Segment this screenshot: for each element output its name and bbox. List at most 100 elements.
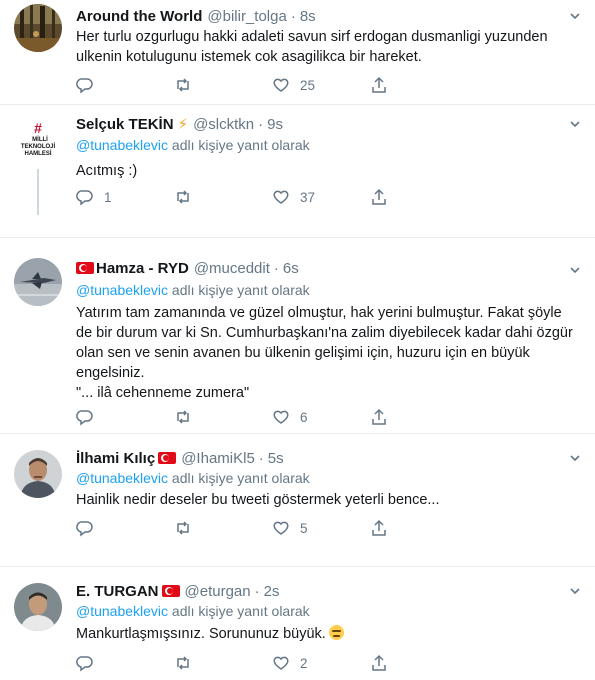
mention-link[interactable]: @tunabeklevic (76, 282, 168, 298)
timestamp[interactable]: 5s (268, 450, 284, 467)
share-button[interactable] (370, 653, 388, 673)
tweet-text-line: Her turlu ozgurlugu hakki adaleti savun … (76, 29, 548, 45)
reply-button[interactable]: 1 (76, 187, 112, 207)
share-button[interactable] (370, 407, 388, 427)
display-name[interactable]: Hamza - RYD (96, 260, 189, 277)
user-handle[interactable]: @eturgan (185, 583, 251, 600)
turkey-flag-icon (158, 452, 177, 464)
share-icon (372, 519, 386, 536)
tweet-header: İlhami Kılıç @IhamiKl5 · 5s (76, 448, 284, 468)
like-count: 6 (300, 409, 308, 425)
tweet-text-line: engelsiniz. (76, 365, 145, 381)
avatar[interactable] (14, 4, 62, 52)
replying-suffix: adlı kişiye yanıt olarak (168, 603, 310, 619)
retweet-button[interactable] (174, 187, 192, 207)
share-button[interactable] (370, 518, 388, 538)
reply-icon (76, 656, 93, 672)
separator-dot: · (258, 449, 264, 467)
user-handle[interactable]: @IhamiKl5 (181, 450, 255, 467)
tweet: Hamza - RYD @muceddit · 6s @tunabeklevic… (0, 238, 595, 433)
display-name[interactable]: Selçuk TEKİN (76, 116, 174, 133)
retweet-icon (177, 656, 189, 670)
like-count: 5 (300, 520, 308, 536)
reply-button[interactable] (76, 653, 94, 673)
retweet-button[interactable] (174, 518, 192, 538)
separator-dot: · (273, 259, 279, 277)
share-icon (372, 188, 386, 205)
separator-dot: · (290, 7, 296, 25)
logo-line-3: HAMLESİ (25, 150, 52, 157)
reply-button[interactable] (76, 407, 94, 427)
reply-icon (76, 410, 93, 426)
replying-to: @tunabeklevic adlı kişiye yanıt olarak (76, 282, 310, 298)
avatar[interactable]: # MİLLİ TEKNOLOJİ HAMLESİ (14, 117, 62, 165)
user-handle[interactable]: @slcktkn (193, 116, 254, 133)
mention-link[interactable]: @tunabeklevic (76, 603, 168, 619)
retweet-button[interactable] (174, 75, 192, 95)
mention-link[interactable]: @tunabeklevic (76, 470, 168, 486)
share-button[interactable] (370, 75, 388, 95)
timestamp[interactable]: 6s (283, 260, 299, 277)
tweet-text-line: ulkenin kotulugunu istemek cok asagilikc… (76, 49, 422, 65)
tweet-text-content: Mankurtlaşmışsınız. Sorununuz büyük. (76, 626, 326, 642)
tweet-text-line: Hainlik nedir deseler bu tweeti gösterme… (76, 492, 440, 508)
like-count: 2 (300, 655, 308, 671)
timestamp[interactable]: 8s (300, 8, 316, 25)
timestamp[interactable]: 9s (267, 116, 283, 133)
chevron-down-icon[interactable] (569, 264, 581, 276)
display-name[interactable]: İlhami Kılıç (76, 450, 155, 467)
heart-icon (273, 78, 289, 92)
lightning-icon: ⚡ (177, 116, 189, 133)
logo-line-1: MİLLİ (32, 136, 48, 143)
replying-suffix: adlı kişiye yanıt olarak (168, 282, 310, 298)
heart-icon (273, 656, 289, 670)
retweet-icon (177, 190, 189, 204)
like-button[interactable]: 6 (272, 407, 308, 427)
share-button[interactable] (370, 187, 388, 207)
tweet-text-line: Yatırım tam zamanında ve güzel olmuştur,… (76, 305, 562, 321)
man-photo-avatar (14, 450, 62, 498)
avatar[interactable] (14, 450, 62, 498)
chevron-down-icon[interactable] (569, 585, 581, 597)
mention-link[interactable]: @tunabeklevic (76, 137, 168, 153)
reply-icon (76, 190, 93, 206)
forest-photo-avatar (14, 4, 62, 52)
retweet-icon (177, 521, 189, 535)
like-button[interactable]: 37 (272, 187, 315, 207)
reply-button[interactable] (76, 518, 94, 538)
tweet-header: E. TURGAN @eturgan · 2s (76, 581, 279, 601)
chevron-down-icon[interactable] (569, 10, 581, 22)
user-handle[interactable]: @muceddit (194, 260, 270, 277)
like-button[interactable]: 25 (272, 75, 315, 95)
replying-suffix: adlı kişiye yanıt olarak (168, 470, 310, 486)
display-name[interactable]: Around the World (76, 8, 202, 25)
chevron-down-icon[interactable] (569, 118, 581, 130)
tweet-actions: 25 (76, 75, 406, 95)
like-count: 37 (300, 189, 316, 205)
like-button[interactable]: 5 (272, 518, 308, 538)
avatar[interactable] (14, 583, 62, 631)
tweet: Around the World @bilir_tolga · 8s Her t… (0, 0, 595, 104)
avatar[interactable] (14, 258, 62, 306)
tweet-actions: 5 (76, 518, 406, 538)
tweet-text-line: Mankurtlaşmışsınız. Sorununuz büyük. (76, 624, 576, 644)
user-handle[interactable]: @bilir_tolga (207, 8, 286, 25)
tweet-header: Selçuk TEKİN ⚡ @slcktkn · 9s (76, 114, 283, 134)
chevron-down-icon[interactable] (569, 452, 581, 464)
tweet-text: Acıtmış :) (76, 161, 576, 181)
retweet-button[interactable] (174, 653, 192, 673)
reply-button[interactable] (76, 75, 94, 95)
tweet-text: Hainlik nedir deseler bu tweeti gösterme… (76, 490, 576, 510)
tweet-actions: 2 (76, 653, 406, 673)
tweet-text-line: "... ilâ cehenneme zumera" (76, 385, 250, 401)
turkey-flag-icon (161, 585, 180, 597)
heart-icon (273, 410, 289, 424)
reply-icon (76, 521, 93, 537)
timestamp[interactable]: 2s (264, 583, 280, 600)
display-name[interactable]: E. TURGAN (76, 583, 159, 600)
replying-suffix: adlı kişiye yanıt olarak (168, 137, 310, 153)
retweet-button[interactable] (174, 407, 192, 427)
like-button[interactable]: 2 (272, 653, 308, 673)
tweet: E. TURGAN @eturgan · 2s @tunabeklevic ad… (0, 567, 595, 680)
tweet: # MİLLİ TEKNOLOJİ HAMLESİ Selçuk TEKİN ⚡… (0, 105, 595, 237)
